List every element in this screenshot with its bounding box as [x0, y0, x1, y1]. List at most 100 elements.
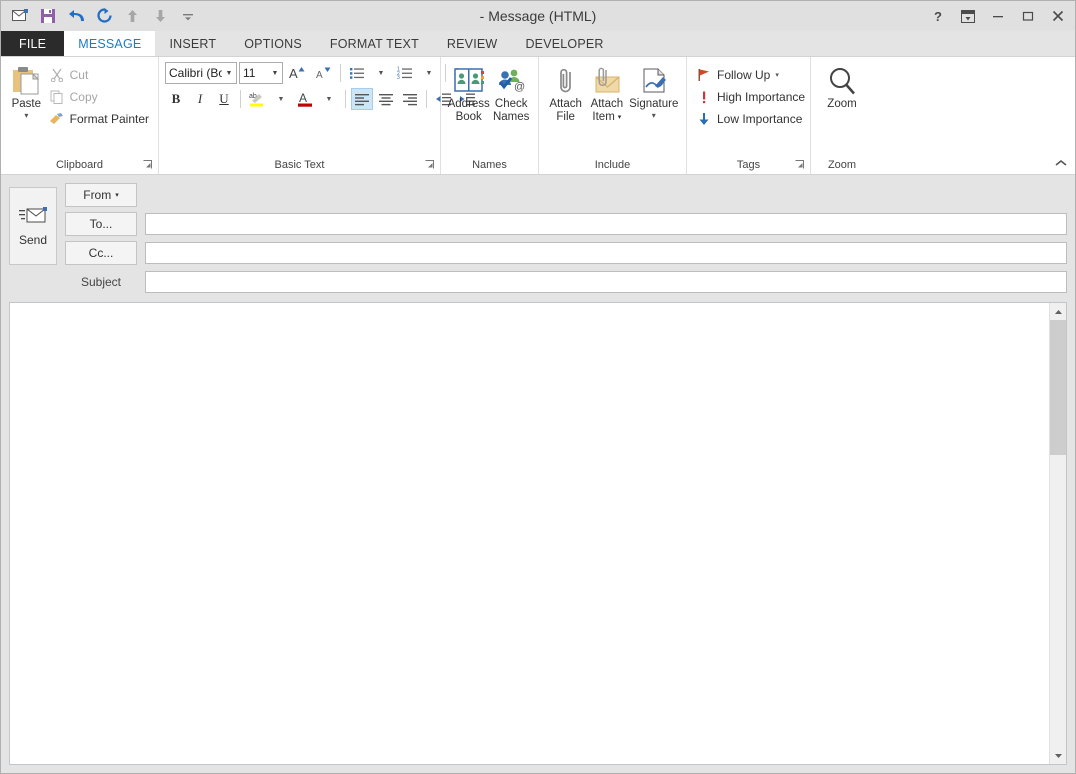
collapse-ribbon-icon[interactable]	[1051, 154, 1071, 172]
paste-button[interactable]: Paste ▾	[7, 61, 46, 120]
numbering-caret-icon[interactable]: ▼	[418, 62, 440, 84]
tab-file[interactable]: FILE	[1, 31, 64, 56]
cut-button[interactable]: Cut	[46, 64, 152, 86]
next-item-icon[interactable]	[147, 4, 173, 28]
low-importance-label: Low Importance	[717, 112, 802, 126]
tab-message[interactable]: MESSAGE	[64, 31, 155, 56]
signature-caret-icon[interactable]: ▾	[652, 112, 656, 120]
redo-icon[interactable]	[91, 4, 117, 28]
tab-review[interactable]: REVIEW	[433, 31, 512, 56]
tab-format-text[interactable]: FORMAT TEXT	[316, 31, 433, 56]
ribbon-tabs: FILE MESSAGE INSERT OPTIONS FORMAT TEXT …	[1, 31, 1075, 57]
font-name-combo[interactable]: Calibri (Bod ▼	[165, 62, 237, 84]
magnifier-icon	[826, 64, 858, 98]
align-left-button[interactable]	[351, 88, 373, 110]
maximize-icon[interactable]	[1013, 2, 1043, 30]
zoom-group-label-text: Zoom	[828, 159, 856, 171]
bullets-button[interactable]	[346, 62, 368, 84]
text-highlight-button[interactable]: ab	[246, 88, 268, 110]
font-size-combo[interactable]: 11 ▼	[239, 62, 283, 84]
names-group-label-text: Names	[472, 159, 507, 171]
paste-caret-icon[interactable]: ▾	[24, 112, 28, 120]
font-name-caret-icon[interactable]: ▼	[222, 63, 236, 83]
to-button[interactable]: To...	[65, 212, 137, 236]
bold-button[interactable]: B	[165, 88, 187, 110]
tags-dialog-launcher-icon[interactable]	[793, 160, 805, 172]
tags-group-label-text: Tags	[737, 159, 760, 171]
include-group-label: Include	[541, 157, 684, 174]
font-color-button[interactable]: A	[294, 88, 316, 110]
outlook-message-window: - Message (HTML) ?	[0, 0, 1076, 774]
low-importance-button[interactable]: Low Importance	[693, 108, 805, 130]
attach-item-label-line1: Attach	[591, 98, 624, 111]
from-label: From	[83, 188, 111, 202]
cc-input[interactable]	[145, 242, 1067, 264]
body-vertical-scrollbar[interactable]	[1049, 303, 1066, 764]
divider-5	[426, 90, 427, 108]
message-body-input[interactable]	[10, 303, 1049, 764]
cut-label: Cut	[70, 68, 89, 82]
clipboard-group-label-text: Clipboard	[56, 159, 103, 171]
font-color-caret-icon[interactable]: ▼	[318, 88, 340, 110]
send-label: Send	[19, 233, 47, 247]
zoom-button[interactable]: Zoom	[817, 61, 867, 111]
attach-file-label-line2: File	[556, 111, 575, 124]
clipboard-dialog-launcher-icon[interactable]	[141, 160, 153, 172]
shrink-font-button[interactable]: A	[311, 62, 335, 84]
address-book-button[interactable]: Address Book	[447, 61, 490, 124]
undo-icon[interactable]	[63, 4, 89, 28]
grow-font-button[interactable]: A	[285, 62, 309, 84]
to-input[interactable]	[145, 213, 1067, 235]
from-button[interactable]: From ▾	[65, 183, 137, 207]
italic-button[interactable]: I	[189, 88, 211, 110]
customize-qat-icon[interactable]	[175, 4, 201, 28]
tab-options[interactable]: OPTIONS	[230, 31, 316, 56]
send-envelope-icon	[18, 205, 48, 229]
high-importance-button[interactable]: High Importance	[693, 86, 808, 108]
zoom-label: Zoom	[827, 98, 856, 111]
check-names-icon: @	[495, 64, 527, 98]
divider-1	[340, 64, 341, 82]
copy-button[interactable]: Copy	[46, 86, 152, 108]
help-icon[interactable]: ?	[923, 2, 953, 30]
numbering-button[interactable]: 1 2 3	[394, 62, 416, 84]
send-button[interactable]: Send	[9, 187, 57, 265]
attach-item-button[interactable]: Attach Item ▾	[586, 61, 627, 124]
attach-item-caret-icon[interactable]: ▾	[618, 111, 622, 124]
align-center-button[interactable]	[375, 88, 397, 110]
zoom-group-label: Zoom	[813, 157, 871, 174]
svg-text:A: A	[289, 66, 298, 81]
minimize-icon[interactable]	[983, 2, 1013, 30]
bullets-caret-icon[interactable]: ▼	[370, 62, 392, 84]
paste-label: Paste	[12, 98, 41, 111]
new-email-icon[interactable]	[7, 4, 33, 28]
previous-item-icon[interactable]	[119, 4, 145, 28]
tab-developer[interactable]: DEVELOPER	[511, 31, 617, 56]
follow-up-button[interactable]: Follow Up ▾	[693, 64, 782, 86]
basic-text-dialog-launcher-icon[interactable]	[423, 160, 435, 172]
check-names-button[interactable]: @ Check Names	[490, 61, 532, 124]
cc-button[interactable]: Cc...	[65, 241, 137, 265]
save-icon[interactable]	[35, 4, 61, 28]
signature-button[interactable]: Signature ▾	[628, 61, 681, 120]
scroll-thumb[interactable]	[1050, 320, 1066, 455]
attach-file-button[interactable]: Attach File	[545, 61, 586, 124]
format-painter-button[interactable]: Format Painter	[46, 108, 152, 130]
subject-label: Subject	[65, 270, 137, 294]
send-column: Send	[9, 183, 65, 294]
scroll-down-button[interactable]	[1050, 747, 1066, 764]
text-highlight-caret-icon[interactable]: ▼	[270, 88, 292, 110]
tab-insert[interactable]: INSERT	[155, 31, 230, 56]
scroll-up-button[interactable]	[1050, 303, 1066, 320]
subject-input[interactable]	[145, 271, 1067, 293]
compose-fields: From ▾ To... Cc... Subject	[65, 183, 1067, 294]
align-right-button[interactable]	[399, 88, 421, 110]
font-size-caret-icon[interactable]: ▼	[268, 63, 282, 83]
signature-icon	[640, 64, 668, 98]
close-icon[interactable]	[1043, 2, 1073, 30]
high-importance-label: High Importance	[717, 90, 805, 104]
underline-button[interactable]: U	[213, 88, 235, 110]
ribbon-display-options-icon[interactable]	[953, 2, 983, 30]
scroll-track[interactable]	[1050, 320, 1066, 747]
follow-up-caret-icon[interactable]: ▾	[775, 71, 779, 79]
